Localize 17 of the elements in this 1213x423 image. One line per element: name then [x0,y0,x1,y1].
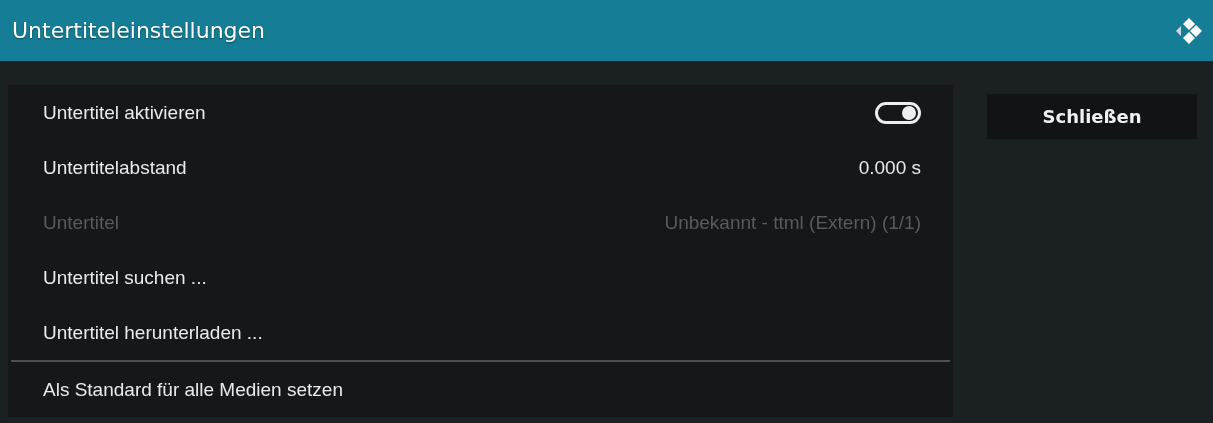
setting-label: Als Standard für alle Medien setzen [43,378,343,401]
setting-label: Untertitel herunterladen ... [43,321,263,344]
setting-value: Unbekannt - ttml (Extern) (1/1) [664,211,921,234]
setting-label: Untertitel suchen ... [43,266,207,289]
toggle-switch[interactable] [875,101,921,124]
close-button[interactable]: Schließen [987,94,1197,139]
setting-label: Untertitel [43,211,120,234]
window-title: Untertiteleinstellungen [12,18,266,43]
setting-row[interactable]: Untertitel aktivieren [8,85,953,140]
setting-label: Untertitel aktivieren [43,101,206,124]
setting-label: Untertitelabstand [43,156,187,179]
setting-value: 0.000 s [858,156,921,179]
setting-row[interactable]: Untertitel herunterladen ... [8,305,953,360]
logo-icon [1175,16,1203,45]
setting-row[interactable]: Untertitelabstand 0.000 s [8,140,953,195]
setting-row[interactable]: Untertitel suchen ... [8,250,953,305]
setting-row[interactable]: Als Standard für alle Medien setzen [8,362,953,417]
